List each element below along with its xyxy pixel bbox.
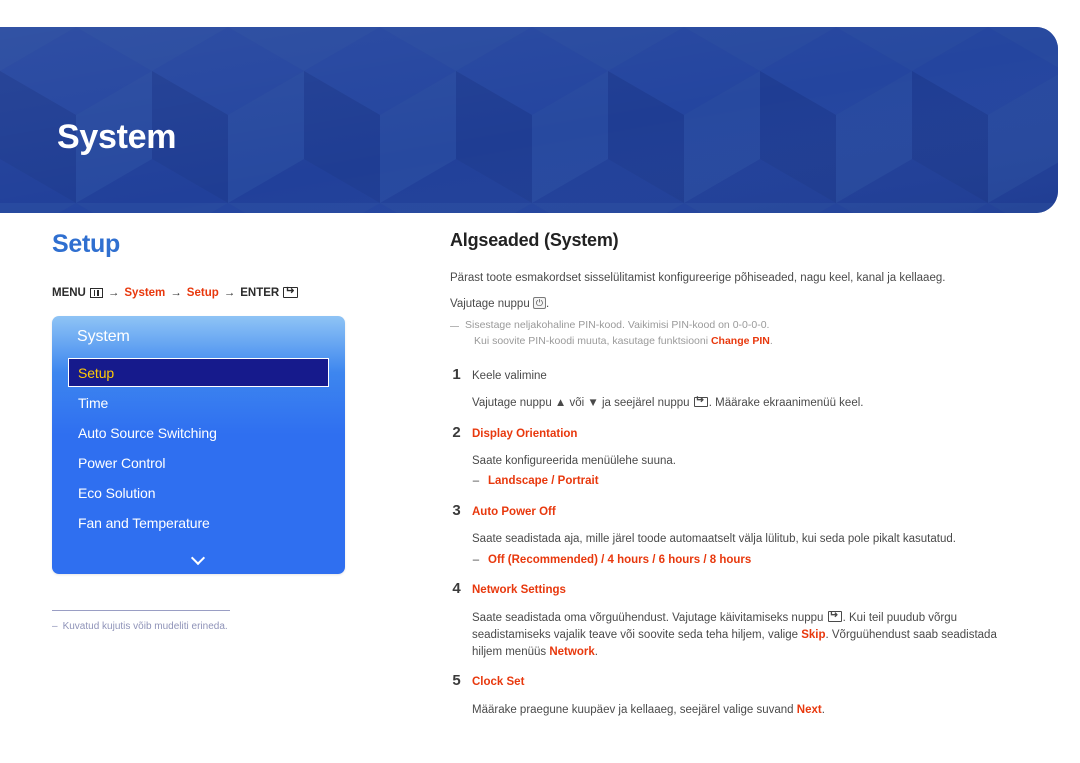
step-4-desc-pre: Saate seadistada oma võrguühendust. Vaju…	[472, 611, 827, 624]
menu-path-step-setup: Setup	[186, 286, 219, 299]
osd-item-power-control[interactable]: Power Control	[68, 448, 329, 477]
note-dash: –	[52, 620, 58, 632]
step-description-1: Vajutage nuppu ▲ või ▼ ja seejärel nuppu…	[472, 395, 1016, 412]
press-button-text: Vajutage nuppu	[450, 298, 530, 311]
step-1-desc-post: . Määrake ekraanimenüü keel.	[708, 397, 864, 410]
next-keyword: Next	[796, 704, 822, 716]
image-disclaimer-note: – Kuvatud kujutis võib mudeliti erineda.	[52, 609, 230, 633]
step-number-5: 5	[452, 672, 461, 690]
option-dash: –	[472, 475, 480, 488]
menu-path-step-system: System	[124, 286, 166, 299]
step-item-5: 5 Clock Set Määrake praegune kuupäev ja …	[450, 672, 1016, 719]
step-heading-2: Display Orientation	[472, 427, 578, 440]
step-2-option-values: Landscape / Portrait	[488, 475, 599, 488]
network-keyword: Network	[549, 646, 595, 659]
enter-key-icon	[693, 396, 708, 408]
step-description-2: Saate konfigureerida menüülehe suuna.	[472, 455, 676, 468]
option-dash: –	[472, 553, 480, 566]
osd-item-time[interactable]: Time	[68, 388, 329, 417]
step-item-2: 2 Display Orientation Saate konfigureeri…	[450, 424, 1016, 491]
page-header-banner: System	[0, 27, 1058, 213]
step-description-3: Saate seadistada aja, mille järel toode …	[472, 533, 956, 546]
enter-key-icon	[827, 611, 842, 622]
enter-key-icon	[283, 287, 299, 298]
menu-navigation-path: MENU → System → Setup → ENTER	[52, 287, 397, 299]
osd-menu-panel: System Setup Time Auto Source Switching …	[52, 315, 345, 574]
pin-note-line-2-pre: Kui soovite PIN-koodi muuta, kasutage fu…	[474, 334, 711, 347]
page-title: System	[57, 118, 177, 156]
step-3-option-values: Off (Recommended) / 4 hours / 6 hours / …	[488, 553, 752, 566]
osd-scroll-more[interactable]	[52, 544, 345, 574]
osd-menu-list: Setup Time Auto Source Switching Power C…	[52, 357, 345, 544]
power-button-icon	[532, 296, 546, 310]
menu-bars-icon	[89, 287, 103, 298]
step-item-1: 1 Keele valimine Vajutage nuppu ▲ või ▼ …	[450, 366, 1016, 413]
step-5-desc-pre: Määrake praegune kuupäev ja kellaaeg, se…	[472, 704, 797, 716]
pin-note-line-2: Kui soovite PIN-koodi muuta, kasutage fu…	[465, 334, 773, 350]
section-title: Setup	[52, 230, 120, 258]
step-description-4: Saate seadistada oma võrguühendust. Vaju…	[472, 610, 1016, 662]
step-5-desc-end: .	[821, 704, 825, 716]
osd-item-eco-solution[interactable]: Eco Solution	[68, 478, 329, 507]
osd-item-auto-source-switching[interactable]: Auto Source Switching	[68, 418, 329, 447]
change-pin-keyword: Change PIN	[710, 334, 770, 347]
path-arrow-1: →	[107, 286, 120, 299]
pin-note-line-2-post: .	[769, 334, 773, 347]
osd-item-fan-and-temperature[interactable]: Fan and Temperature	[68, 508, 329, 537]
content-title: Algseaded (System)	[450, 230, 619, 250]
note-text: Kuvatud kujutis võib mudeliti erineda.	[62, 620, 228, 632]
step-1-desc-pre: Vajutage nuppu ▲ või ▼ ja seejärel nuppu	[472, 397, 693, 410]
step-description-5: Määrake praegune kuupäev ja kellaaeg, se…	[472, 702, 1016, 719]
step-item-3: 3 Auto Power Off Saate seadistada aja, m…	[450, 502, 1016, 569]
step-number-3: 3	[452, 501, 461, 519]
osd-menu-title: System	[77, 327, 130, 345]
step-4-desc-end: .	[594, 646, 598, 659]
step-number-1: 1	[452, 365, 461, 383]
step-number-2: 2	[452, 423, 461, 441]
chevron-down-icon	[191, 551, 206, 566]
skip-keyword: Skip	[801, 628, 826, 641]
path-arrow-2: →	[170, 286, 182, 299]
intro-paragraph: Pärast toote esmakordset sisselülitamist…	[450, 271, 946, 284]
step-item-4: 4 Network Settings Saate seadistada oma …	[450, 580, 1016, 661]
pin-note-line-1: Sisestage neljakohaline PIN-kood. Vaikim…	[465, 319, 770, 332]
press-button-suffix: .	[545, 298, 550, 311]
step-heading-1: Keele valimine	[472, 369, 547, 382]
step-heading-3: Auto Power Off	[472, 505, 556, 518]
press-button-paragraph: Vajutage nuppu .	[450, 296, 1016, 313]
note-dash-icon	[450, 326, 459, 350]
left-column: Setup MENU → System → Setup → ENTER Syst…	[52, 230, 397, 633]
step-heading-4: Network Settings	[472, 583, 566, 596]
step-2-options: – Landscape / Portrait	[472, 473, 1016, 490]
pin-note-block: Sisestage neljakohaline PIN-kood. Vaikim…	[450, 318, 1016, 350]
right-column: Algseaded (System) Pärast toote esmakord…	[450, 230, 1016, 721]
path-arrow-3: →	[223, 286, 236, 299]
menu-path-label: MENU	[52, 286, 86, 299]
step-number-4: 4	[452, 579, 461, 597]
step-3-options: – Off (Recommended) / 4 hours / 6 hours …	[472, 552, 1016, 569]
note-divider	[52, 609, 230, 611]
step-heading-5: Clock Set	[472, 676, 525, 689]
osd-item-setup[interactable]: Setup	[68, 357, 329, 387]
menu-path-enter-label: ENTER	[240, 286, 280, 299]
